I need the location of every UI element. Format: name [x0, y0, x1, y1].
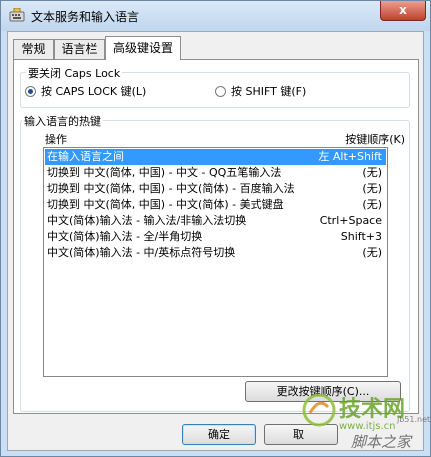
dialog-window: 文本服务和输入语言 x 常规 语言栏 高级键设置 要关闭 Caps Lock 按… [0, 0, 431, 457]
radio-shift-label: 按 SHIFT 键(F) [231, 85, 307, 98]
tab-advanced-key-settings[interactable]: 高级键设置 [105, 36, 181, 60]
hotkey-list[interactable]: 在输入语言之间 左 Alt+Shift 切换到 中文(简体, 中国) - 中文 … [43, 147, 388, 377]
radio-selected-icon [25, 85, 36, 97]
list-item[interactable]: 切换到 中文(简体, 中国) - 中文(简体) - 百度输入法 (无) [45, 181, 386, 197]
list-item-action: 切换到 中文(简体, 中国) - 中文(简体) - 百度输入法 [47, 182, 295, 195]
list-item-key: (无) [362, 198, 382, 211]
list-item-action: 在输入语言之间 [47, 150, 124, 163]
list-item-action: 中文(简体)输入法 - 输入法/非输入法切换 [47, 214, 247, 227]
tab-language-bar[interactable]: 语言栏 [54, 39, 105, 59]
list-item-key: Shift+3 [340, 230, 382, 243]
window-title: 文本服务和输入语言 [31, 10, 140, 24]
tab-general[interactable]: 常规 [13, 39, 54, 59]
list-item[interactable]: 中文(简体)输入法 - 中/英标点符号切换 (无) [45, 245, 386, 261]
tab-panel: 要关闭 Caps Lock 按 CAPS LOCK 键(L) 按 SHIFT 键… [13, 59, 419, 414]
ok-button[interactable]: 确定 [182, 424, 256, 445]
list-item[interactable]: 切换到 中文(简体, 中国) - 中文(简体) - 美式键盘 (无) [45, 197, 386, 213]
list-item-key: (无) [362, 182, 382, 195]
title-bar[interactable]: 文本服务和输入语言 x [1, 1, 430, 31]
cancel-button[interactable]: 取 [264, 424, 338, 445]
caps-lock-group: 要关闭 Caps Lock 按 CAPS LOCK 键(L) 按 SHIFT 键… [20, 65, 410, 108]
radio-caps-lock-label: 按 CAPS LOCK 键(L) [41, 85, 147, 98]
radio-caps-lock[interactable]: 按 CAPS LOCK 键(L) [25, 83, 146, 99]
list-item-action: 切换到 中文(简体, 中国) - 中文 - QQ五笔输入法 [47, 166, 282, 179]
list-item[interactable]: 切换到 中文(简体, 中国) - 中文 - QQ五笔输入法 (无) [45, 165, 386, 181]
keyboard-icon [9, 8, 25, 22]
change-key-sequence-button[interactable]: 更改按键顺序(C)... [245, 381, 401, 402]
radio-shift[interactable]: 按 SHIFT 键(F) [215, 83, 306, 99]
list-item-key: 左 Alt+Shift [318, 150, 382, 163]
list-item[interactable]: 中文(简体)输入法 - 全/半角切换 Shift+3 [45, 229, 386, 245]
hotkeys-group: 输入语言的热键 操作 按键顺序(K) 在输入语言之间 左 Alt+Shift 切… [20, 113, 410, 412]
list-item-action: 中文(简体)输入法 - 中/英标点符号切换 [47, 246, 236, 259]
list-item-action: 中文(简体)输入法 - 全/半角切换 [47, 230, 203, 243]
list-item-action: 切换到 中文(简体, 中国) - 中文(简体) - 美式键盘 [47, 198, 284, 211]
list-item-key: (无) [362, 166, 382, 179]
list-item-key: Ctrl+Space [319, 214, 382, 227]
list-item[interactable]: 在输入语言之间 左 Alt+Shift [45, 149, 386, 165]
hotkeys-legend: 输入语言的热键 [22, 113, 103, 129]
close-button[interactable]: x [380, 1, 426, 21]
caps-lock-legend: 要关闭 Caps Lock [26, 65, 123, 81]
dialog-client: 常规 语言栏 高级键设置 要关闭 Caps Lock 按 CAPS LOCK 键… [7, 31, 424, 451]
column-action-header: 操作 [45, 133, 67, 146]
column-key-sequence-header: 按键顺序(K) [345, 133, 405, 146]
list-item-key: (无) [362, 246, 382, 259]
list-item[interactable]: 中文(简体)输入法 - 输入法/非输入法切换 Ctrl+Space [45, 213, 386, 229]
radio-unselected-icon [215, 85, 226, 97]
